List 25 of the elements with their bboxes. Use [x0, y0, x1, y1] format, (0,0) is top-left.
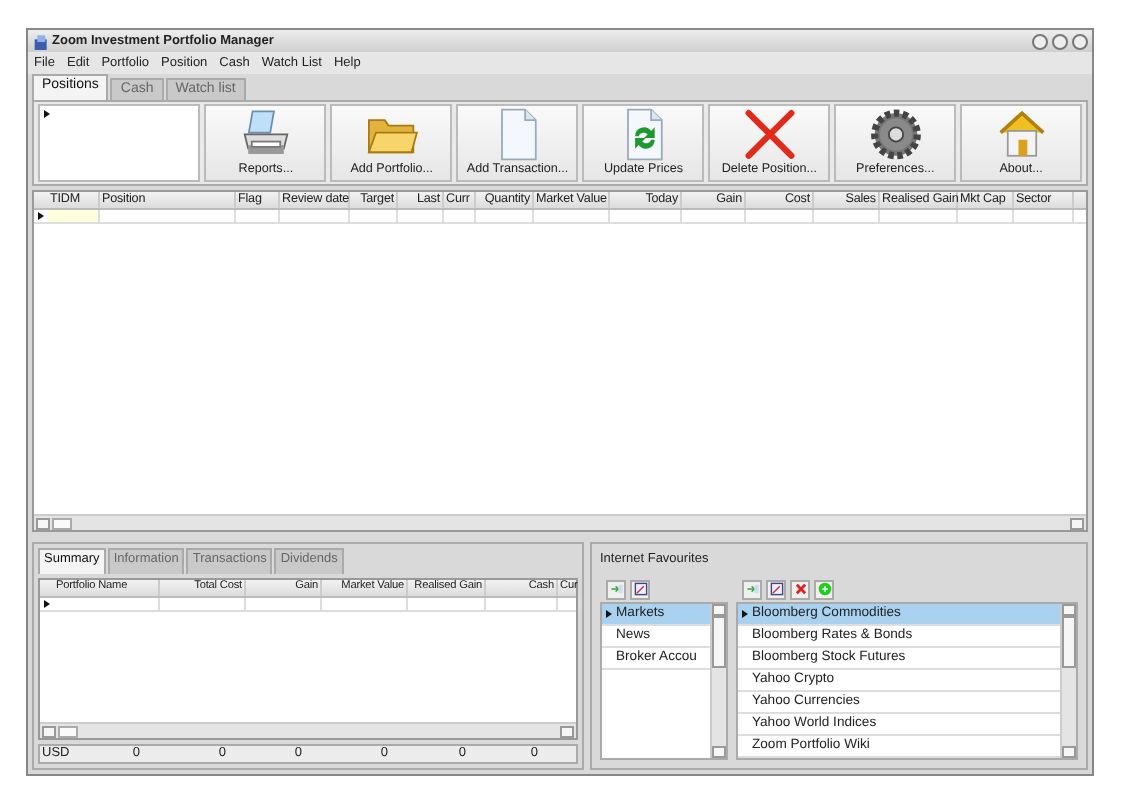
add-icon: [609, 582, 623, 597]
gear-icon: [865, 106, 926, 163]
maximize-button[interactable]: [1052, 33, 1068, 49]
close-icon: [739, 106, 800, 163]
current-cell[interactable]: [48, 210, 100, 222]
vertical-scrollbar[interactable]: [710, 603, 726, 758]
row-indicator-icon: [606, 609, 612, 618]
horizontal-scrollbar[interactable]: [40, 722, 576, 738]
app-icon: [32, 33, 48, 49]
delete-icon: [793, 582, 807, 597]
vertical-scrollbar[interactable]: [1060, 603, 1076, 758]
go-button[interactable]: [814, 579, 834, 600]
row-indicator-icon: [44, 600, 50, 608]
edit-icon: [769, 582, 783, 597]
edit-button[interactable]: [630, 579, 650, 600]
add-icon: [745, 582, 759, 597]
edit-icon: [633, 582, 647, 597]
row-indicator-icon: [742, 609, 748, 618]
horizontal-scrollbar[interactable]: [34, 514, 1086, 530]
close-button[interactable]: [1072, 33, 1088, 49]
edit-button[interactable]: [766, 579, 786, 600]
delete-button[interactable]: [790, 579, 810, 600]
go-icon: [817, 582, 831, 597]
minimize-button[interactable]: [1032, 33, 1048, 49]
portfolio-selector[interactable]: [38, 104, 201, 182]
